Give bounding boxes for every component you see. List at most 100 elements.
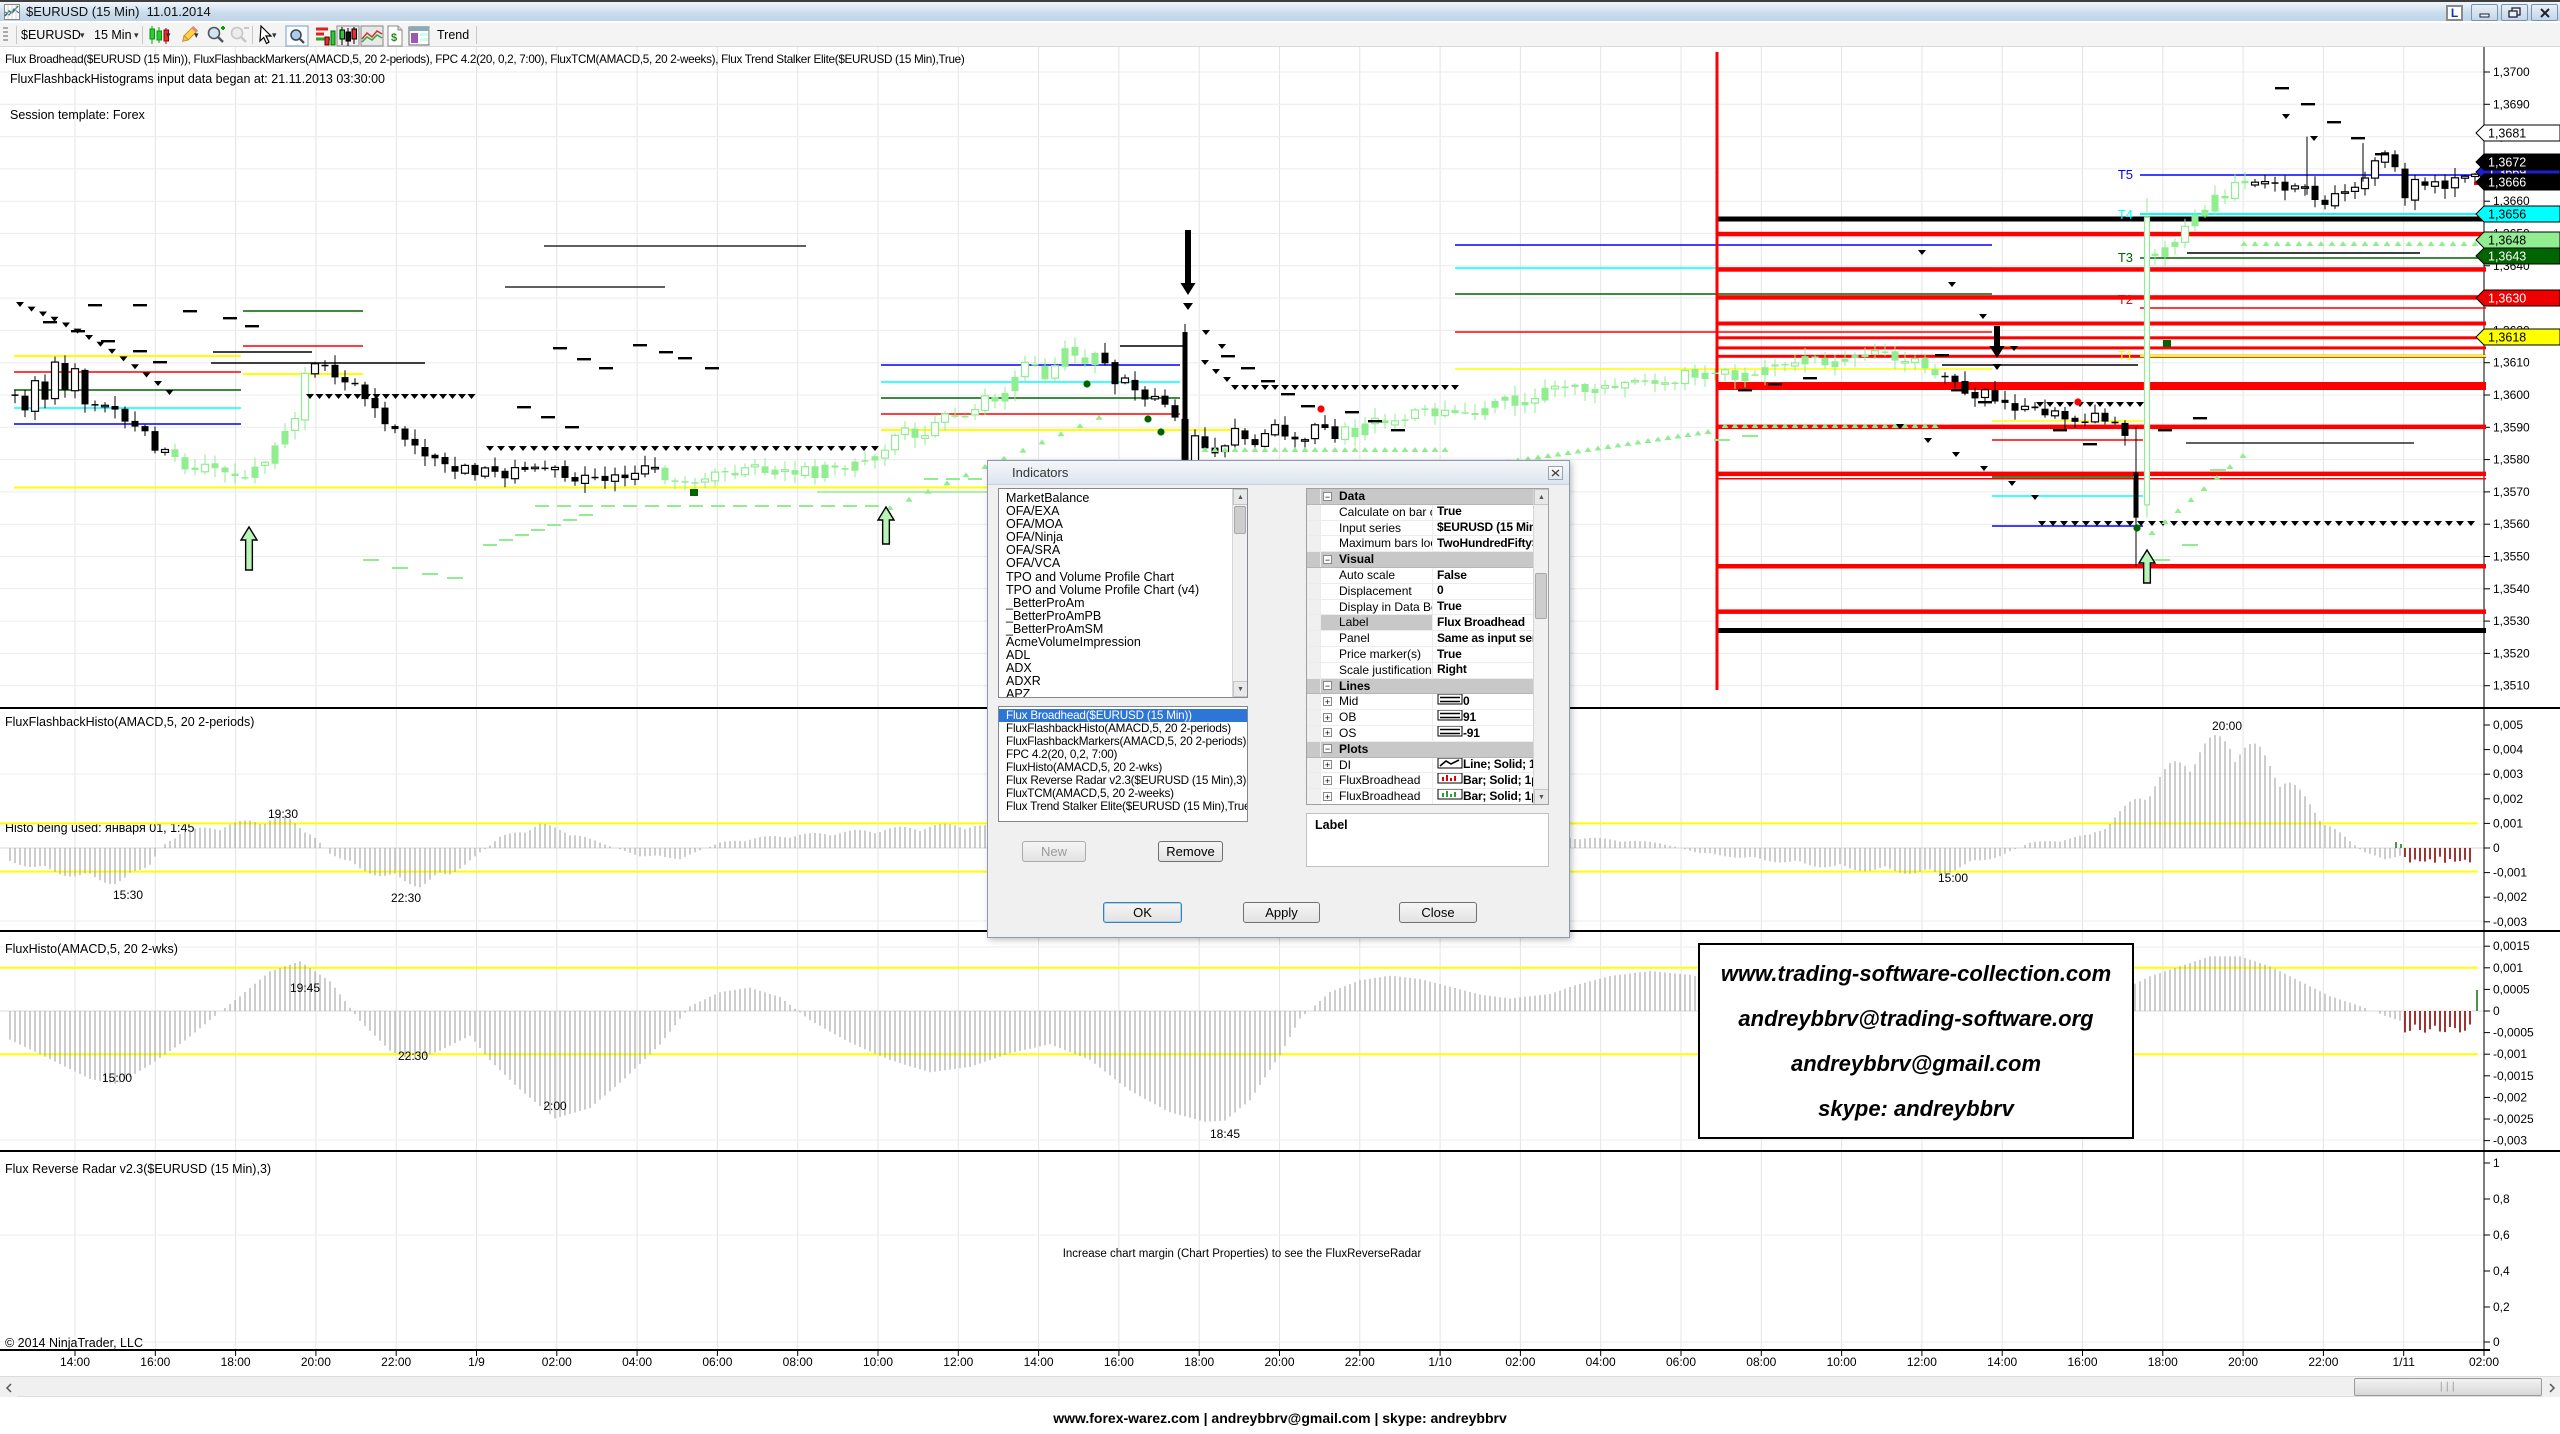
svg-text:1,3570: 1,3570	[2493, 485, 2530, 499]
svg-text:-0,002: -0,002	[2493, 890, 2527, 904]
svg-text:15:00: 15:00	[102, 1071, 132, 1085]
svg-text:1,3681: 1,3681	[2488, 127, 2526, 141]
svg-text:16:00: 16:00	[140, 1355, 170, 1369]
svg-text:Flux Reverse Radar v2.3($EURUS: Flux Reverse Radar v2.3($EURUSD (15 Min)…	[5, 1162, 271, 1176]
svg-text:0,4: 0,4	[2493, 1264, 2510, 1278]
svg-text:1/11: 1/11	[2392, 1355, 2415, 1369]
svg-text:1,3630: 1,3630	[2488, 292, 2526, 306]
svg-text:2:00: 2:00	[543, 1099, 567, 1113]
svg-text:1,3510: 1,3510	[2493, 679, 2530, 693]
svg-text:1,3550: 1,3550	[2493, 550, 2530, 564]
svg-text:1,3520: 1,3520	[2493, 646, 2530, 660]
svg-text:0: 0	[2493, 1004, 2500, 1018]
svg-text:14:00: 14:00	[60, 1355, 90, 1369]
svg-text:FluxFlashbackHistograms input: FluxFlashbackHistograms input data began…	[10, 72, 385, 86]
svg-text:20:00: 20:00	[301, 1355, 331, 1369]
svg-text:Increase chart margin (Chart P: Increase chart margin (Chart Properties)…	[1063, 1248, 1422, 1260]
svg-text:-0,0015: -0,0015	[2493, 1069, 2534, 1083]
svg-text:20:00: 20:00	[2228, 1355, 2258, 1369]
svg-text:20:00: 20:00	[1264, 1355, 1294, 1369]
svg-text:20:00: 20:00	[2212, 719, 2242, 733]
svg-text:10:00: 10:00	[863, 1355, 893, 1369]
svg-text:1,3530: 1,3530	[2493, 614, 2530, 628]
svg-text:04:00: 04:00	[622, 1355, 652, 1369]
svg-text:-0,0005: -0,0005	[2493, 1026, 2534, 1040]
svg-text:0,003: 0,003	[2493, 767, 2523, 781]
svg-text:1,3648: 1,3648	[2488, 234, 2526, 248]
svg-text:19:45: 19:45	[290, 981, 320, 995]
svg-text:14:00: 14:00	[1024, 1355, 1054, 1369]
svg-text:06:00: 06:00	[702, 1355, 732, 1369]
svg-text:0,005: 0,005	[2493, 718, 2523, 732]
svg-text:18:00: 18:00	[2148, 1355, 2178, 1369]
svg-text:-0,001: -0,001	[2493, 1047, 2527, 1061]
svg-text:-0,002: -0,002	[2493, 1090, 2527, 1104]
svg-text:10:00: 10:00	[1827, 1355, 1857, 1369]
svg-text:0,8: 0,8	[2493, 1192, 2510, 1206]
svg-text:-0,0025: -0,0025	[2493, 1112, 2534, 1126]
svg-text:1,3700: 1,3700	[2493, 65, 2530, 79]
svg-text:02:00: 02:00	[1505, 1355, 1535, 1369]
svg-text:T2: T2	[2118, 292, 2133, 307]
svg-text:04:00: 04:00	[1586, 1355, 1616, 1369]
svg-text:12:00: 12:00	[943, 1355, 973, 1369]
svg-text:T1: T1	[2118, 348, 2133, 363]
svg-text:1,3656: 1,3656	[2488, 208, 2526, 222]
svg-text:0,004: 0,004	[2493, 743, 2523, 757]
svg-text:22:00: 22:00	[381, 1355, 411, 1369]
svg-text:T5: T5	[2118, 167, 2133, 182]
svg-text:08:00: 08:00	[783, 1355, 813, 1369]
svg-text:1/9: 1/9	[468, 1355, 485, 1369]
svg-text:1,3666: 1,3666	[2488, 176, 2526, 190]
svg-text:-0,003: -0,003	[2493, 1134, 2527, 1148]
svg-text:15:30: 15:30	[113, 888, 143, 902]
svg-text:18:45: 18:45	[1210, 1127, 1240, 1141]
svg-text:16:00: 16:00	[2067, 1355, 2097, 1369]
svg-text:18:00: 18:00	[1184, 1355, 1214, 1369]
svg-text:19:30: 19:30	[268, 807, 298, 821]
svg-text:12:00: 12:00	[1907, 1355, 1937, 1369]
svg-text:1/10: 1/10	[1428, 1355, 1452, 1369]
svg-text:© 2014 NinjaTrader, LLC: © 2014 NinjaTrader, LLC	[5, 1336, 143, 1350]
svg-text:Session template: Forex: Session template: Forex	[10, 108, 146, 122]
svg-text:02:00: 02:00	[542, 1355, 572, 1369]
svg-text:0,002: 0,002	[2493, 792, 2523, 806]
svg-text:22:00: 22:00	[1345, 1355, 1375, 1369]
svg-text:16:00: 16:00	[1104, 1355, 1134, 1369]
svg-text:1,3560: 1,3560	[2493, 517, 2530, 531]
svg-text:22:30: 22:30	[391, 891, 421, 905]
svg-text:$: $	[391, 32, 397, 44]
svg-text:Flux Broadhead($EURUSD (15 Min: Flux Broadhead($EURUSD (15 Min)), FluxFl…	[5, 53, 965, 66]
svg-text:0,001: 0,001	[2493, 816, 2523, 830]
svg-text:1,3618: 1,3618	[2488, 331, 2526, 345]
svg-text:22:00: 22:00	[2308, 1355, 2338, 1369]
svg-text:1,3540: 1,3540	[2493, 582, 2530, 596]
svg-text:1,3600: 1,3600	[2493, 388, 2530, 402]
svg-text:1,3610: 1,3610	[2493, 356, 2530, 370]
svg-text:FluxFlashbackHisto(AMACD,5, 20: FluxFlashbackHisto(AMACD,5, 20 2-periods…	[5, 715, 254, 729]
svg-text:1,3590: 1,3590	[2493, 420, 2530, 434]
svg-text:1,3643: 1,3643	[2488, 250, 2526, 264]
svg-text:0: 0	[2493, 1335, 2500, 1349]
svg-text:0,2: 0,2	[2493, 1300, 2510, 1314]
svg-text:02:00: 02:00	[2469, 1355, 2499, 1369]
svg-text:0: 0	[2493, 841, 2500, 855]
svg-text:0,0015: 0,0015	[2493, 939, 2530, 953]
svg-text:1,3580: 1,3580	[2493, 453, 2530, 467]
svg-text:06:00: 06:00	[1666, 1355, 1696, 1369]
svg-text:T4: T4	[2118, 207, 2133, 222]
svg-text:-0,003: -0,003	[2493, 915, 2527, 929]
svg-text:08:00: 08:00	[1746, 1355, 1776, 1369]
svg-text:T3: T3	[2118, 250, 2133, 265]
svg-text:0,001: 0,001	[2493, 961, 2523, 975]
svg-text:FluxHisto(AMACD,5, 20 2-wks): FluxHisto(AMACD,5, 20 2-wks)	[5, 942, 178, 956]
svg-text:1,3672: 1,3672	[2488, 156, 2526, 170]
svg-text:22:30: 22:30	[398, 1049, 428, 1063]
svg-text:-0,001: -0,001	[2493, 866, 2527, 880]
svg-text:14:00: 14:00	[1987, 1355, 2017, 1369]
svg-text:1: 1	[2493, 1156, 2500, 1170]
svg-text:15:00: 15:00	[1938, 871, 1968, 885]
svg-text:18:00: 18:00	[221, 1355, 251, 1369]
svg-text:1,3690: 1,3690	[2493, 97, 2530, 111]
svg-text:0,0005: 0,0005	[2493, 982, 2530, 996]
